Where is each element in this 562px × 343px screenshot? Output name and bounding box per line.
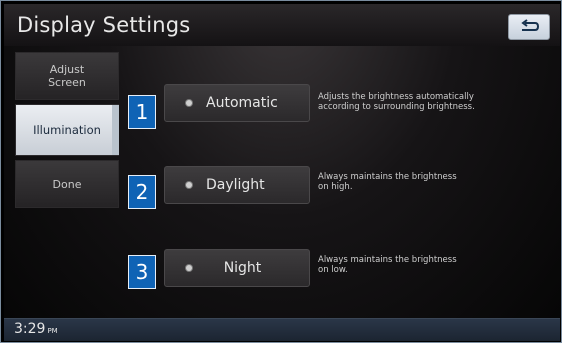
radio-dot-icon [186,182,192,188]
sidebar-item-label: Adjust Screen [48,63,86,89]
callout-badge-1: 1 [128,95,156,129]
option-description: Always maintains the brightness on high. [318,172,457,192]
option-description: Always maintains the brightness on low. [318,255,457,275]
display-settings-screen: Display Settings Adjust Screen Illuminat… [4,4,560,341]
sidebar-item-label: Illumination [33,122,101,137]
option-description: Adjusts the brightness automatically acc… [318,92,475,112]
active-tab-indicator [112,105,119,155]
radio-dot-icon [186,100,192,106]
back-button[interactable] [508,14,550,40]
sidebar-item-done[interactable]: Done [15,160,119,208]
clock-time: 3:29 [14,321,46,337]
header-bar: Display Settings [4,4,560,46]
screenshot-frame: Display Settings Adjust Screen Illuminat… [0,0,562,343]
option-label: Automatic [206,95,278,111]
return-arrow-icon [521,19,540,31]
status-bar: 3:29 PM [4,318,560,341]
sidebar-tabs: Adjust Screen Illumination Done [15,52,119,212]
clock: 3:29 PM [14,321,58,337]
daylight-option-button[interactable]: Daylight [164,166,310,204]
sidebar-item-adjust-screen[interactable]: Adjust Screen [15,52,119,100]
clock-ampm: PM [47,327,58,335]
option-label: Daylight [206,177,265,193]
sidebar-item-label: Done [52,177,82,191]
option-label: Night [223,260,262,276]
night-option-button[interactable]: Night [164,249,310,287]
callout-badge-3: 3 [128,255,156,289]
page-title: Display Settings [17,13,191,37]
callout-badge-2: 2 [128,175,156,209]
automatic-option-button[interactable]: Automatic [164,84,310,122]
radio-dot-icon [186,265,192,271]
sidebar-item-illumination[interactable]: Illumination [15,104,119,156]
